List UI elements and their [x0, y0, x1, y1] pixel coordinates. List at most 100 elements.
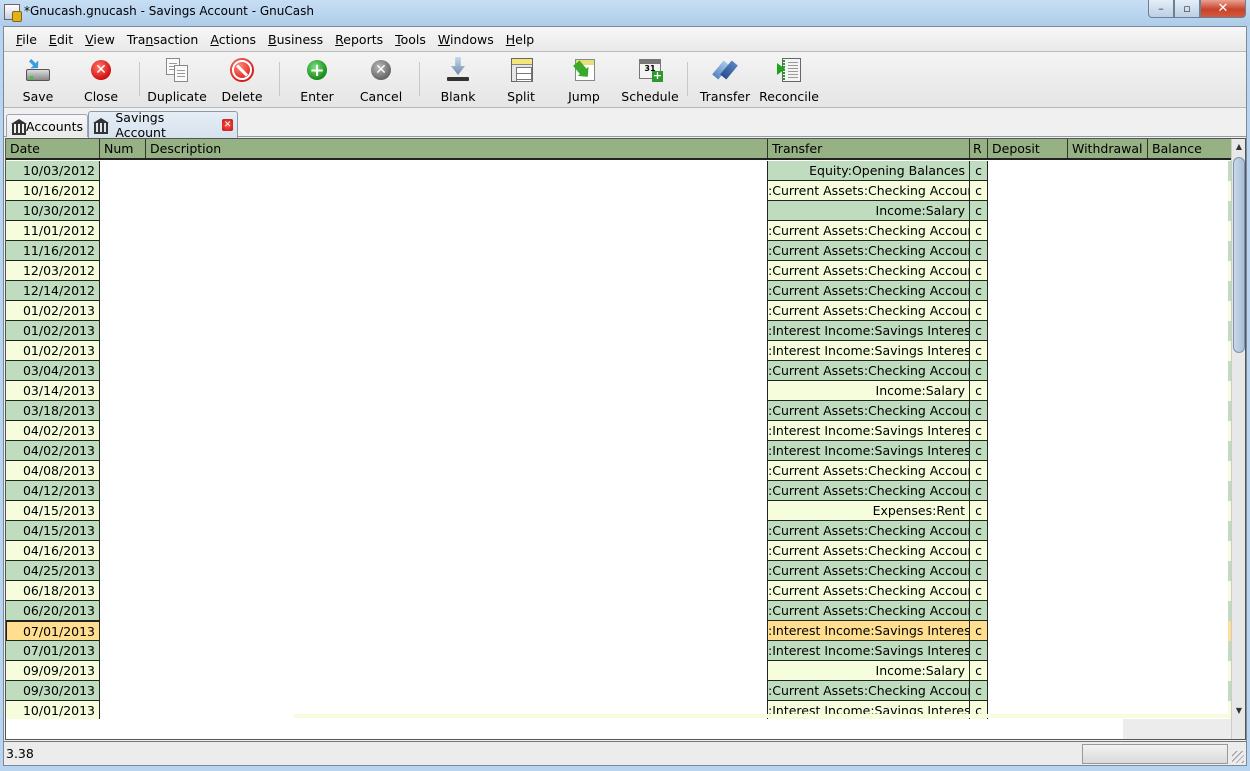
- cell-transfer[interactable]: :Interest Income:Savings Interest: [767, 441, 970, 461]
- cell-withdrawal[interactable]: [1068, 241, 1148, 261]
- cell-reconciled[interactable]: c: [970, 701, 988, 721]
- scroll-down-icon[interactable]: ▼: [1232, 703, 1245, 719]
- cell-transfer[interactable]: :Interest Income:Savings Interest: [767, 321, 970, 341]
- cell-date[interactable]: 06/20/2013: [6, 601, 100, 621]
- enter-button[interactable]: + Enter: [297, 56, 337, 105]
- cell-deposit[interactable]: [988, 561, 1068, 581]
- tab-savings-account[interactable]: Savings Account ✕: [88, 110, 238, 140]
- cell-transfer[interactable]: :Current Assets:Checking Account: [767, 521, 970, 541]
- cell-deposit[interactable]: [988, 521, 1068, 541]
- cell-withdrawal[interactable]: [1068, 541, 1148, 561]
- cell-reconciled[interactable]: c: [970, 681, 988, 701]
- menu-transaction[interactable]: Transaction: [121, 32, 205, 47]
- reconcile-button[interactable]: Reconcile: [759, 56, 819, 104]
- cell-date[interactable]: 10/03/2012: [6, 161, 100, 181]
- table-row[interactable]: 09/30/2013:Current Assets:Checking Accou…: [6, 681, 1231, 701]
- column-header-num[interactable]: Num: [100, 139, 146, 158]
- duplicate-button[interactable]: Duplicate: [147, 56, 207, 104]
- cell-balance[interactable]: [1148, 181, 1228, 201]
- table-row[interactable]: 03/04/2013:Current Assets:Checking Accou…: [6, 361, 1231, 381]
- cell-withdrawal[interactable]: [1068, 401, 1148, 421]
- cell-num[interactable]: [100, 161, 146, 181]
- column-header-withdrawal[interactable]: Withdrawal: [1068, 139, 1148, 158]
- cell-date[interactable]: 04/16/2013: [6, 541, 100, 561]
- cell-withdrawal[interactable]: [1068, 581, 1148, 601]
- cell-balance[interactable]: [1148, 261, 1228, 281]
- cell-balance[interactable]: [1148, 661, 1228, 681]
- cell-description[interactable]: [146, 581, 767, 601]
- menu-help[interactable]: Help: [500, 32, 541, 47]
- cell-transfer[interactable]: Income:Salary: [767, 661, 970, 681]
- cell-date[interactable]: 10/16/2012: [6, 181, 100, 201]
- cell-reconciled[interactable]: c: [970, 561, 988, 581]
- resize-grip-icon[interactable]: [1232, 751, 1244, 763]
- cell-reconciled[interactable]: c: [970, 381, 988, 401]
- scroll-up-icon[interactable]: ▲: [1232, 139, 1245, 155]
- cell-transfer[interactable]: :Interest Income:Savings Interest: [767, 341, 970, 361]
- cell-transfer[interactable]: :Current Assets:Checking Account: [767, 561, 970, 581]
- cell-deposit[interactable]: [988, 261, 1068, 281]
- jump-button[interactable]: Jump: [566, 56, 602, 104]
- cell-balance[interactable]: [1148, 161, 1228, 181]
- menu-view[interactable]: View: [79, 32, 121, 47]
- cell-balance[interactable]: [1148, 541, 1228, 561]
- cell-deposit[interactable]: [988, 301, 1068, 321]
- table-row[interactable]: 04/08/2013:Current Assets:Checking Accou…: [6, 461, 1231, 481]
- transfer-button[interactable]: Transfer: [700, 56, 750, 104]
- cell-reconciled[interactable]: c: [970, 241, 988, 261]
- cell-description[interactable]: [146, 441, 767, 461]
- cell-transfer[interactable]: Expenses:Rent: [767, 501, 970, 521]
- cell-transfer[interactable]: :Current Assets:Checking Account: [767, 181, 970, 201]
- cell-num[interactable]: [100, 501, 146, 521]
- cell-description[interactable]: [146, 461, 767, 481]
- cell-num[interactable]: [100, 221, 146, 241]
- cell-transfer[interactable]: :Current Assets:Checking Account: [767, 541, 970, 561]
- cell-description[interactable]: [146, 521, 767, 541]
- table-row[interactable]: 10/16/2012 :Current Assets:Checking Accou…: [6, 181, 1231, 201]
- cell-deposit[interactable]: [988, 641, 1068, 661]
- cell-deposit[interactable]: [988, 181, 1068, 201]
- cell-date[interactable]: 10/01/2013: [6, 701, 100, 721]
- cell-num[interactable]: [100, 181, 146, 201]
- menu-business[interactable]: Business: [262, 32, 329, 47]
- cell-date[interactable]: 01/02/2013: [6, 321, 100, 341]
- cell-balance[interactable]: [1148, 361, 1228, 381]
- cell-transfer[interactable]: :Current Assets:Checking Account: [767, 221, 970, 241]
- cell-num[interactable]: [100, 521, 146, 541]
- cell-transfer[interactable]: :Interest Income:Savings Interest: [767, 641, 970, 661]
- cell-withdrawal[interactable]: [1068, 701, 1148, 721]
- cell-date[interactable]: 04/02/2013: [6, 421, 100, 441]
- column-header-balance[interactable]: Balance: [1148, 139, 1231, 158]
- cell-withdrawal[interactable]: [1068, 481, 1148, 501]
- table-row[interactable]: 10/30/2012 Income:Salary c: [6, 201, 1231, 221]
- save-button[interactable]: Save: [18, 56, 58, 104]
- table-row[interactable]: 11/16/2012:Current Assets:Checking Accou…: [6, 241, 1231, 261]
- cell-num[interactable]: [100, 241, 146, 261]
- cell-date[interactable]: 09/09/2013: [6, 661, 100, 681]
- cell-balance[interactable]: [1148, 201, 1228, 221]
- table-row[interactable]: 04/15/2013 Expenses:Rent c: [6, 501, 1231, 521]
- column-header-deposit[interactable]: Deposit: [988, 139, 1068, 158]
- cell-description[interactable]: [146, 541, 767, 561]
- cell-num[interactable]: [100, 301, 146, 321]
- cell-num[interactable]: [100, 601, 146, 621]
- cell-balance[interactable]: [1148, 281, 1228, 301]
- cell-description[interactable]: [146, 221, 767, 241]
- cell-deposit[interactable]: [988, 281, 1068, 301]
- cell-deposit[interactable]: [988, 681, 1068, 701]
- close-window-button[interactable]: ✕: [1200, 0, 1246, 18]
- cell-deposit[interactable]: [988, 341, 1068, 361]
- cell-reconciled[interactable]: c: [970, 441, 988, 461]
- cell-withdrawal[interactable]: [1068, 661, 1148, 681]
- cell-transfer[interactable]: :Current Assets:Checking Account: [767, 581, 970, 601]
- cell-description[interactable]: [146, 201, 767, 221]
- cell-deposit[interactable]: [988, 541, 1068, 561]
- cell-deposit[interactable]: [988, 161, 1068, 181]
- cell-reconciled[interactable]: c: [970, 521, 988, 541]
- cell-date[interactable]: 01/02/2013: [6, 301, 100, 321]
- table-row[interactable]: 12/03/2012:Current Assets:Checking Accou…: [6, 261, 1231, 281]
- menu-actions[interactable]: Actions: [204, 32, 262, 47]
- vertical-scrollbar[interactable]: ▲ ▼: [1231, 139, 1245, 739]
- cell-deposit[interactable]: [988, 421, 1068, 441]
- cell-description[interactable]: [146, 501, 767, 521]
